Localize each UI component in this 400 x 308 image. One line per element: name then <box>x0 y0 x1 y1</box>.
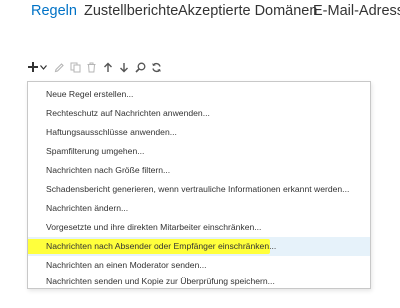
menu-item-label: Nachrichten an einen Moderator senden... <box>46 260 207 270</box>
menu-item-label: Nachrichten ändern... <box>46 203 129 213</box>
menu-item-spamfilterung[interactable]: Spamfilterung umgehen... <box>28 142 370 161</box>
menu-item-groesse-filtern[interactable]: Nachrichten nach Größe filtern... <box>28 161 370 180</box>
pencil-icon <box>54 62 65 73</box>
menu-item-rechteschutz[interactable]: Rechteschutz auf Nachrichten anwenden... <box>28 104 370 123</box>
menu-item-neue-regel[interactable]: Neue Regel erstellen... <box>28 85 370 104</box>
menu-item-label: Schadensbericht generieren, wenn vertrau… <box>46 184 350 194</box>
arrow-up-icon <box>103 62 113 73</box>
refresh-icon <box>151 62 162 73</box>
menu-item-label: Nachrichten nach Absender oder Empfänger… <box>46 241 277 251</box>
move-down-button[interactable] <box>118 59 130 75</box>
move-up-button[interactable] <box>102 59 114 75</box>
menu-item-vorgesetzte[interactable]: Vorgesetzte und ihre direkten Mitarbeite… <box>28 218 370 237</box>
menu-item-label: Neue Regel erstellen... <box>46 89 134 99</box>
menu-item-kopie-speichern[interactable]: Nachrichten senden und Kopie zur Überprü… <box>28 275 370 287</box>
new-button[interactable] <box>26 59 40 75</box>
trash-icon <box>86 62 97 73</box>
menu-item-label: Haftungsausschlüsse anwenden... <box>46 127 177 137</box>
new-rule-dropdown-menu: Neue Regel erstellen... Rechteschutz auf… <box>27 81 371 289</box>
chevron-down-icon <box>40 64 47 70</box>
menu-item-schadensbericht[interactable]: Schadensbericht generieren, wenn vertrau… <box>28 180 370 199</box>
menu-item-label: Nachrichten senden und Kopie zur Überprü… <box>46 276 275 286</box>
menu-item-label: Vorgesetzte und ihre direkten Mitarbeite… <box>46 222 262 232</box>
search-icon <box>134 62 146 73</box>
new-dropdown-button[interactable] <box>39 59 48 75</box>
copy-button[interactable] <box>69 59 81 75</box>
menu-item-haftungsausschluesse[interactable]: Haftungsausschlüsse anwenden... <box>28 123 370 142</box>
menu-item-label: Rechteschutz auf Nachrichten anwenden... <box>46 108 210 118</box>
toolbar <box>26 59 206 77</box>
copy-icon <box>70 62 81 73</box>
tab-regeln[interactable]: Regeln <box>31 3 77 19</box>
menu-item-label: Nachrichten nach Größe filtern... <box>46 165 171 175</box>
menu-item-absender-empfaenger[interactable]: Nachrichten nach Absender oder Empfänger… <box>28 237 370 256</box>
menu-item-moderator[interactable]: Nachrichten an einen Moderator senden... <box>28 256 370 275</box>
arrow-down-icon <box>119 62 129 73</box>
search-button[interactable] <box>134 59 146 75</box>
plus-icon <box>27 61 39 73</box>
tab-akzeptierte-domaenen[interactable]: Akzeptierte Domänen <box>178 3 317 19</box>
tab-email-adressrichtlinien[interactable]: E-Mail-Adressrichtlinien <box>313 3 400 19</box>
menu-item-label: Spamfilterung umgehen... <box>46 146 145 156</box>
tab-zustellberichte[interactable]: Zustellberichte <box>84 3 178 19</box>
tab-bar: Regeln Zustellberichte Akzeptierte Domän… <box>0 0 400 28</box>
delete-button[interactable] <box>85 59 97 75</box>
edit-button[interactable] <box>53 59 65 75</box>
menu-item-nachrichten-aendern[interactable]: Nachrichten ändern... <box>28 199 370 218</box>
refresh-button[interactable] <box>150 59 162 75</box>
